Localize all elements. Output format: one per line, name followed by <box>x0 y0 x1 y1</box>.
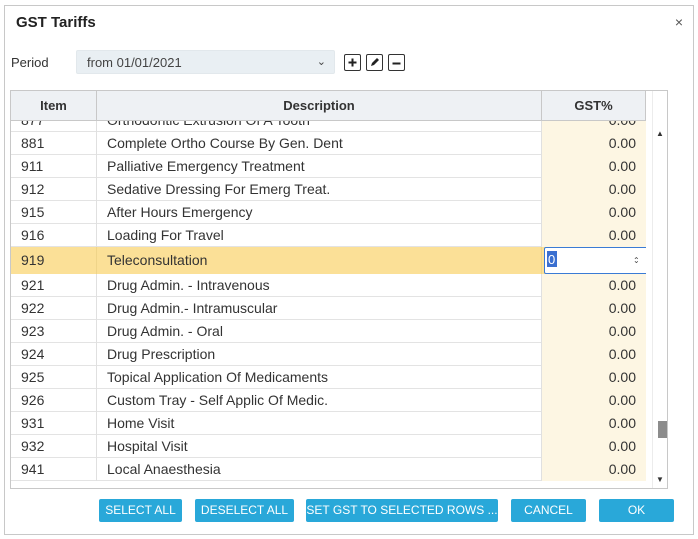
gst-spin-input[interactable]: ⌃ ⌄ <box>544 247 646 274</box>
minus-box-icon <box>392 62 401 65</box>
table-row[interactable]: 932 Hospital Visit 0.00 <box>11 435 646 458</box>
cell-item: 925 <box>11 366 97 389</box>
scrollbar-thumb[interactable] <box>658 421 667 438</box>
cell-item: 931 <box>11 412 97 435</box>
table-row[interactable]: 912 Sedative Dressing For Emerg Treat. 0… <box>11 178 646 201</box>
cell-description: Home Visit <box>97 412 542 435</box>
cell-description: Teleconsultation <box>97 247 542 274</box>
cell-gst[interactable]: 0.00 <box>542 132 646 155</box>
cell-description: Loading For Travel <box>97 224 542 247</box>
cell-description: Sedative Dressing For Emerg Treat. <box>97 178 542 201</box>
cell-gst[interactable]: 0.00 <box>542 320 646 343</box>
table-row[interactable]: 911 Palliative Emergency Treatment 0.00 <box>11 155 646 178</box>
table-row[interactable]: 916 Loading For Travel 0.00 <box>11 224 646 247</box>
scroll-up-icon[interactable]: ▲ <box>656 129 664 138</box>
cell-gst[interactable]: 0.00 <box>542 297 646 320</box>
cell-gst[interactable]: 0.00 <box>542 224 646 247</box>
edit-period-button[interactable] <box>366 54 383 71</box>
table-row[interactable]: 924 Drug Prescription 0.00 <box>11 343 646 366</box>
cell-description: After Hours Emergency <box>97 201 542 224</box>
tariffs-grid: Item Description GST% 877 Orthodontic Ex… <box>10 90 668 489</box>
cell-gst[interactable]: 0.00 <box>542 366 646 389</box>
cell-gst[interactable]: 0.00 <box>542 121 646 132</box>
table-row[interactable]: 931 Home Visit 0.00 <box>11 412 646 435</box>
cell-item: 915 <box>11 201 97 224</box>
cancel-button[interactable]: CANCEL <box>511 499 586 522</box>
cell-gst[interactable]: 0.00 <box>542 274 646 297</box>
table-row[interactable]: 921 Drug Admin. - Intravenous 0.00 <box>11 274 646 297</box>
cell-description: Local Anaesthesia <box>97 458 542 481</box>
remove-period-button[interactable] <box>388 54 405 71</box>
cell-gst[interactable]: 0.00 <box>542 155 646 178</box>
cell-gst[interactable]: 0.00 <box>542 458 646 481</box>
scroll-down-icon[interactable]: ▼ <box>656 475 664 484</box>
cell-item: 941 <box>11 458 97 481</box>
column-header-gst[interactable]: GST% <box>542 91 646 121</box>
period-value: from 01/01/2021 <box>87 55 182 70</box>
chevron-down-icon: ⌄ <box>316 56 326 68</box>
grid-body: 877 Orthodontic Extrusion Of A Tooth 0.0… <box>11 121 646 488</box>
period-select[interactable]: from 01/01/2021 ⌄ <box>76 50 335 74</box>
cell-description: Drug Prescription <box>97 343 542 366</box>
cell-item: 932 <box>11 435 97 458</box>
cell-gst[interactable]: 0.00 <box>542 178 646 201</box>
cell-description: Drug Admin.- Intramuscular <box>97 297 542 320</box>
cell-gst[interactable]: 0.00 <box>542 201 646 224</box>
gst-value-input[interactable] <box>547 251 557 267</box>
cell-item: 919 <box>11 247 97 274</box>
deselect-all-button[interactable]: DESELECT ALL <box>195 499 294 522</box>
cell-item: 911 <box>11 155 97 178</box>
close-icon[interactable]: × <box>675 14 683 30</box>
cell-description: Palliative Emergency Treatment <box>97 155 542 178</box>
cell-description: Custom Tray - Self Applic Of Medic. <box>97 389 542 412</box>
table-row[interactable]: 923 Drug Admin. - Oral 0.00 <box>11 320 646 343</box>
grid-header: Item Description GST% <box>11 91 646 121</box>
vertical-scrollbar[interactable]: ▲ ▼ <box>652 91 667 488</box>
spin-down-icon[interactable]: ⌄ <box>633 248 640 275</box>
cell-item: 923 <box>11 320 97 343</box>
ok-button[interactable]: OK <box>599 499 674 522</box>
cell-description: Orthodontic Extrusion Of A Tooth <box>97 121 542 132</box>
dialog-title: GST Tariffs <box>16 14 96 31</box>
cell-item: 916 <box>11 224 97 247</box>
cell-description: Drug Admin. - Intravenous <box>97 274 542 297</box>
period-label: Period <box>11 55 49 70</box>
plus-box-icon <box>348 58 357 67</box>
cell-gst[interactable]: 0.00 <box>542 343 646 366</box>
select-all-button[interactable]: SELECT ALL <box>99 499 182 522</box>
cell-gst[interactable]: 0.00 <box>542 412 646 435</box>
cell-item: 881 <box>11 132 97 155</box>
cell-item: 924 <box>11 343 97 366</box>
cell-gst[interactable]: 0.00 <box>542 435 646 458</box>
table-row[interactable]: 941 Local Anaesthesia 0.00 <box>11 458 646 481</box>
cell-item: 912 <box>11 178 97 201</box>
table-row-selected[interactable]: 919 Teleconsultation ⌃ ⌄ <box>11 247 646 274</box>
cell-description: Topical Application Of Medicaments <box>97 366 542 389</box>
spinner-arrows[interactable]: ⌃ ⌄ <box>633 248 643 275</box>
column-header-description[interactable]: Description <box>97 91 542 121</box>
set-gst-selected-rows-button[interactable]: SET GST TO SELECTED ROWS ... <box>306 499 498 522</box>
cell-description: Hospital Visit <box>97 435 542 458</box>
column-header-item[interactable]: Item <box>11 91 97 121</box>
cell-item: 877 <box>11 121 97 132</box>
table-row[interactable]: 881 Complete Ortho Course By Gen. Dent 0… <box>11 132 646 155</box>
cell-gst[interactable]: 0.00 <box>542 389 646 412</box>
table-row[interactable]: 925 Topical Application Of Medicaments 0… <box>11 366 646 389</box>
cell-item: 921 <box>11 274 97 297</box>
pencil-icon <box>371 58 379 66</box>
cell-item: 922 <box>11 297 97 320</box>
cell-description: Drug Admin. - Oral <box>97 320 542 343</box>
table-row[interactable]: 877 Orthodontic Extrusion Of A Tooth 0.0… <box>11 121 646 132</box>
cell-description: Complete Ortho Course By Gen. Dent <box>97 132 542 155</box>
table-row[interactable]: 922 Drug Admin.- Intramuscular 0.00 <box>11 297 646 320</box>
table-row[interactable]: 915 After Hours Emergency 0.00 <box>11 201 646 224</box>
add-period-button[interactable] <box>344 54 361 71</box>
cell-gst-editor: ⌃ ⌄ <box>542 247 646 274</box>
cell-item: 926 <box>11 389 97 412</box>
table-row[interactable]: 926 Custom Tray - Self Applic Of Medic. … <box>11 389 646 412</box>
